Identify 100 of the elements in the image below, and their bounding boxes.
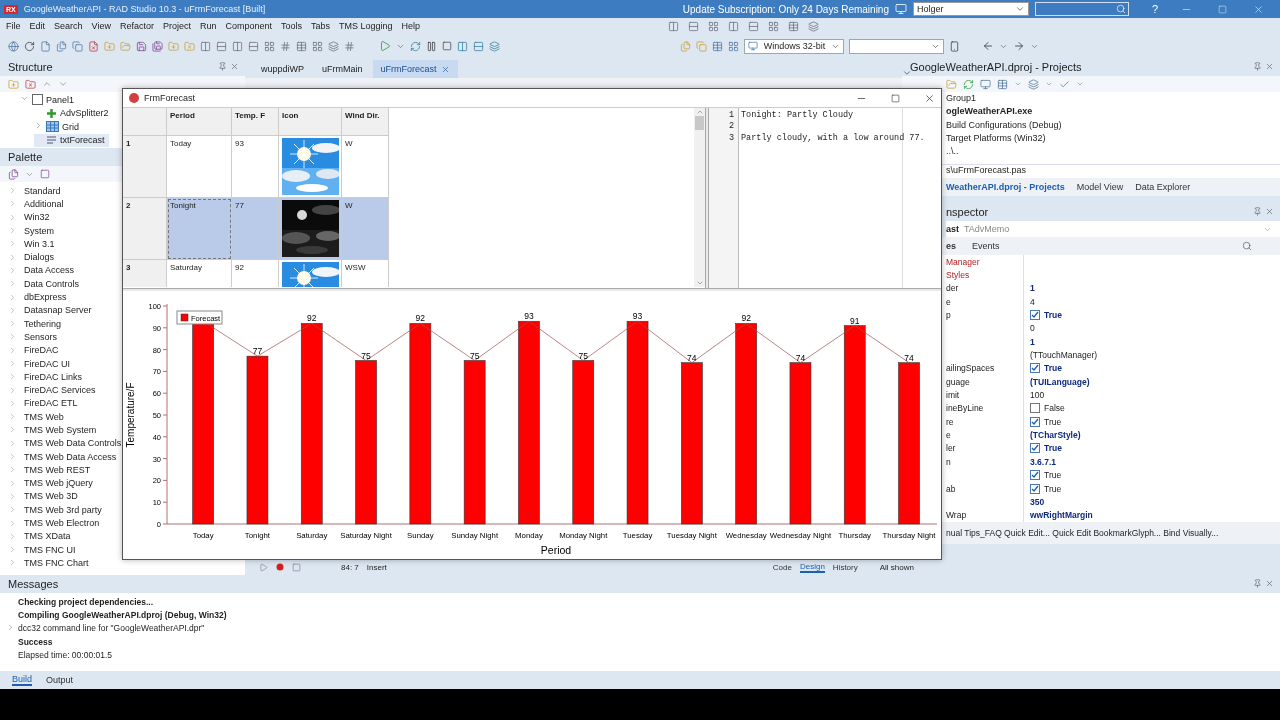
palette-category[interactable]: Tethering bbox=[0, 316, 62, 331]
palette-category[interactable]: TMS FNC UI bbox=[0, 543, 76, 557]
columns-icon[interactable] bbox=[668, 20, 680, 32]
palette-category[interactable]: Standard bbox=[0, 184, 61, 198]
caret-icon[interactable] bbox=[1045, 80, 1053, 88]
palette-category[interactable]: dbExpress bbox=[0, 290, 67, 304]
rows-icon[interactable] bbox=[216, 40, 227, 52]
panel-tab[interactable]: Build bbox=[12, 674, 32, 686]
tree-item[interactable]: Grid bbox=[34, 120, 83, 134]
project-tree-node[interactable]: ..\.. bbox=[946, 146, 959, 160]
layout-dropdown[interactable]: Holger bbox=[913, 2, 1029, 16]
menu-item[interactable]: TMS Logging bbox=[339, 21, 393, 31]
rows-icon[interactable] bbox=[688, 20, 700, 32]
palette-category[interactable]: TMS Web REST bbox=[0, 463, 91, 477]
property-value[interactable]: True bbox=[1044, 470, 1062, 481]
folder-x-icon[interactable] bbox=[184, 40, 195, 52]
copy-icon[interactable] bbox=[696, 40, 707, 52]
subscription-notice[interactable]: Update Subscription: Only 24 Days Remaining bbox=[682, 3, 889, 15]
object-selector[interactable]: ast TAdvMemo bbox=[946, 221, 1280, 237]
caret-icon[interactable] bbox=[1076, 80, 1084, 88]
palette-category[interactable]: Win32 bbox=[0, 210, 50, 224]
refresh-icon[interactable] bbox=[24, 40, 35, 52]
caret-icon[interactable] bbox=[1014, 80, 1022, 88]
folder-icon[interactable] bbox=[120, 40, 131, 52]
table-icon[interactable] bbox=[997, 78, 1008, 90]
panel-tab[interactable]: WeatherAPI.dproj - Projects bbox=[946, 182, 1065, 192]
palette-category[interactable]: TMS Web 3D bbox=[0, 489, 78, 504]
table-icon[interactable] bbox=[712, 40, 723, 52]
palette-category[interactable]: TMS Web 3rd party bbox=[0, 503, 102, 517]
panel-tab[interactable]: Model View bbox=[1076, 182, 1124, 192]
project-tree-node[interactable]: Group1 bbox=[946, 93, 977, 107]
property-value[interactable]: 100 bbox=[1030, 390, 1045, 401]
row-header[interactable]: 1 bbox=[123, 136, 167, 198]
hash-icon[interactable] bbox=[280, 40, 291, 52]
editor-tab[interactable]: uFrmForecast bbox=[372, 60, 458, 78]
folder-plus-icon[interactable] bbox=[168, 40, 179, 52]
memo-editor[interactable]: 1 2 3 Tonight: Partly Cloudy Partly cloudy, with a low around 77. bbox=[709, 108, 941, 288]
layers-icon[interactable] bbox=[808, 20, 820, 32]
copy-icon[interactable] bbox=[72, 40, 83, 52]
columns-icon[interactable] bbox=[728, 20, 740, 32]
palette-category[interactable]: FireDAC ETL bbox=[0, 396, 78, 411]
editor-tab[interactable]: wuppdiWP bbox=[253, 60, 313, 78]
file-icon[interactable] bbox=[40, 40, 51, 52]
check-icon[interactable] bbox=[1059, 78, 1070, 90]
menu-item[interactable]: Edit bbox=[29, 21, 46, 31]
menu-item[interactable]: Refactor bbox=[119, 21, 154, 31]
property-value[interactable]: False bbox=[1044, 403, 1065, 414]
up-icon[interactable] bbox=[695, 108, 704, 116]
column-header[interactable]: Icon bbox=[279, 108, 342, 136]
file-x-icon[interactable] bbox=[88, 40, 99, 52]
columns-icon[interactable] bbox=[457, 40, 468, 52]
files-icon[interactable] bbox=[56, 40, 67, 52]
column-header[interactable]: Period bbox=[167, 108, 232, 136]
editor-tab[interactable]: uFrmMain bbox=[314, 60, 371, 78]
view-tab[interactable]: Code bbox=[772, 562, 792, 572]
up-icon[interactable] bbox=[42, 79, 52, 89]
menu-item[interactable]: Tabs bbox=[311, 21, 331, 31]
grid-icon[interactable] bbox=[312, 40, 323, 52]
palette-category[interactable]: FireDAC bbox=[0, 343, 59, 357]
phone-icon[interactable] bbox=[949, 40, 960, 52]
save-all-icon[interactable] bbox=[152, 40, 163, 52]
palette-category[interactable]: TMS Web Electron bbox=[0, 516, 100, 530]
property-value[interactable]: True bbox=[1044, 443, 1062, 454]
close-icon[interactable] bbox=[1265, 206, 1274, 216]
grid-icon[interactable] bbox=[264, 40, 275, 52]
back-icon[interactable] bbox=[982, 40, 994, 52]
save-icon[interactable] bbox=[136, 40, 147, 52]
grid-icon[interactable] bbox=[728, 40, 739, 52]
property-value[interactable]: 4 bbox=[1030, 296, 1035, 307]
project-tree-node[interactable]: Target Platforms (Win32) bbox=[946, 132, 1046, 147]
palette-category[interactable]: Sensors bbox=[0, 330, 58, 344]
globe-icon[interactable] bbox=[8, 40, 19, 52]
down-icon[interactable] bbox=[695, 279, 704, 287]
close-icon[interactable] bbox=[1265, 61, 1274, 71]
palette-category[interactable]: Data Controls bbox=[0, 277, 80, 291]
palette-category[interactable]: Datasnap Server bbox=[0, 303, 92, 317]
folder-plus-icon[interactable] bbox=[8, 78, 19, 90]
table-icon[interactable] bbox=[296, 40, 307, 52]
palette-category[interactable]: TMS FNC Chart bbox=[0, 556, 89, 570]
checkbox[interactable] bbox=[1030, 403, 1040, 414]
palette-category[interactable]: Win 3.1 bbox=[0, 237, 55, 251]
row-header[interactable]: 3 bbox=[123, 260, 167, 287]
palette-category[interactable]: Dialogs bbox=[0, 250, 54, 264]
rows-icon[interactable] bbox=[248, 40, 259, 52]
down-icon[interactable] bbox=[58, 79, 68, 89]
close-icon[interactable] bbox=[230, 61, 239, 71]
help-button[interactable]: ? bbox=[1135, 3, 1175, 15]
monitor-icon[interactable] bbox=[980, 78, 991, 90]
checkbox[interactable] bbox=[1030, 483, 1040, 494]
folder-plus-icon[interactable] bbox=[104, 40, 115, 52]
property-value[interactable]: True bbox=[1044, 310, 1062, 321]
menu-item[interactable]: Search bbox=[54, 21, 83, 31]
palette-category[interactable]: System bbox=[0, 223, 54, 238]
palette-category[interactable]: FireDAC UI bbox=[0, 356, 70, 371]
palette-category[interactable]: Additional bbox=[0, 197, 64, 211]
menu-item[interactable]: View bbox=[91, 21, 111, 31]
splitter[interactable] bbox=[705, 108, 709, 288]
property-value[interactable]: wwRightMargin bbox=[1030, 510, 1093, 521]
columns-icon[interactable] bbox=[200, 40, 211, 52]
action-links[interactable]: nual Tips_FAQ Quick Edit... Quick Edit BookmarkGlyph... Bind Visually... bbox=[946, 528, 1219, 538]
